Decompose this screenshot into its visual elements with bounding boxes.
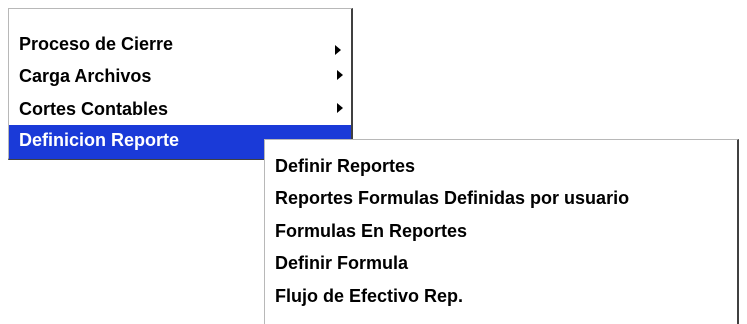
submenu-arrow-icon <box>335 45 341 55</box>
main-menu: Proceso de Cierre Carga Archivos Cortes … <box>8 8 353 160</box>
submenu-item-label: Flujo de Efectivo Rep. <box>275 286 464 306</box>
submenu-definicion-reporte: Definir Reportes Reportes Formulas Defin… <box>264 139 739 324</box>
menu-item-label: Definicion Reporte <box>19 130 180 150</box>
submenu-item-label: Definir Reportes <box>275 156 416 176</box>
submenu-item-definir-reportes[interactable]: Definir Reportes <box>265 151 737 181</box>
submenu-item-reportes-formulas-definidas[interactable]: Reportes Formulas Definidas por usuario <box>265 183 737 213</box>
submenu-item-label: Definir Formula <box>275 253 409 273</box>
submenu-item-label: Formulas En Reportes <box>275 221 468 241</box>
menu-item-label: Cortes Contables <box>19 99 169 119</box>
submenu-item-definir-formula[interactable]: Definir Formula <box>265 248 737 278</box>
menu-item-label: Proceso de Cierre <box>19 34 174 54</box>
menu-item-cortes-contables[interactable]: Cortes Contables <box>9 94 351 124</box>
menu-item-proceso-de-cierre[interactable]: Proceso de Cierre <box>9 29 351 59</box>
submenu-item-formulas-en-reportes[interactable]: Formulas En Reportes <box>265 216 737 246</box>
submenu-item-flujo-de-efectivo[interactable]: Flujo de Efectivo Rep. <box>265 281 737 311</box>
menu-item-carga-archivos[interactable]: Carga Archivos <box>9 61 351 91</box>
submenu-arrow-icon <box>337 70 343 80</box>
menu-item-label: Carga Archivos <box>19 66 152 86</box>
submenu-arrow-icon <box>337 103 343 113</box>
submenu-item-label: Reportes Formulas Definidas por usuario <box>275 188 630 208</box>
